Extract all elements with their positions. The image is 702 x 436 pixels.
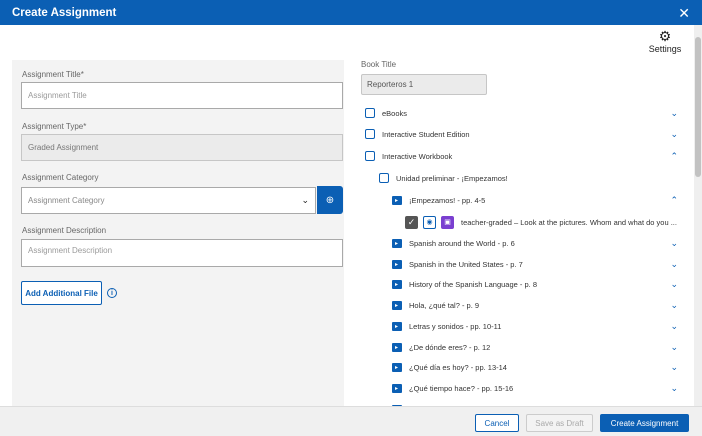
tree-item-label: Spanish in the United States - p. 7 bbox=[409, 259, 523, 269]
tree-item-label: Interactive Student Edition bbox=[382, 129, 470, 139]
close-icon[interactable]: ✕ bbox=[678, 6, 690, 20]
tree-item-label: Hola, ¿qué tal? - p. 9 bbox=[409, 300, 480, 310]
dialog-footer: Cancel Save as Draft Create Assignment bbox=[0, 406, 702, 436]
lesson-icon: ▸ bbox=[391, 279, 402, 289]
chevron-down-icon[interactable]: ⌄ bbox=[670, 106, 678, 120]
chevron-down-icon[interactable]: ⌄ bbox=[670, 127, 678, 141]
assignment-form: Assignment Title* Assignment Title Assig… bbox=[12, 60, 344, 406]
lesson-icon: ▸ bbox=[391, 195, 402, 205]
tree-item-label: Unidad preliminar - ¡Empezamos! bbox=[396, 173, 508, 183]
gear-icon: ⚙ bbox=[658, 28, 672, 44]
tree-item-label: History of the Spanish Language - p. 8 bbox=[409, 279, 537, 289]
tree-item-unit[interactable]: Unidad preliminar - ¡Empezamos! bbox=[378, 171, 508, 185]
book-content-panel: Book Title Reporteros 1 eBooks ⌄ Interac… bbox=[352, 55, 692, 406]
chevron-up-icon[interactable]: ⌃ bbox=[670, 149, 678, 163]
assignment-type-field: Graded Assignment bbox=[21, 134, 343, 161]
cancel-button[interactable]: Cancel bbox=[475, 414, 519, 432]
title-label: Assignment Title* bbox=[22, 70, 84, 79]
lesson-icon: ▸ bbox=[391, 342, 402, 352]
tree-item-lesson[interactable]: ▸ ¿Qué tiempo hace? - pp. 15-16 bbox=[391, 381, 513, 395]
activity-row[interactable]: ✓ ◉ ▣ teacher-graded – Look at the pictu… bbox=[405, 214, 677, 230]
tree-item-label: ¿De dónde eres? - p. 12 bbox=[409, 342, 491, 352]
category-label: Assignment Category bbox=[22, 173, 99, 182]
lesson-icon: ▸ bbox=[391, 383, 402, 393]
tree-item-label: ¿Qué tiempo hace? - pp. 15-16 bbox=[409, 383, 514, 393]
book-icon bbox=[364, 108, 375, 118]
lesson-icon: ▸ bbox=[391, 300, 402, 310]
tree-item-workbook[interactable]: Interactive Workbook bbox=[364, 149, 452, 163]
tree-item-lesson[interactable]: ▸ History of the Spanish Language - p. 8 bbox=[391, 277, 537, 291]
tree-item-lesson[interactable]: ▸ Hola, ¿qué tal? - p. 9 bbox=[391, 298, 479, 312]
category-placeholder: Assignment Category bbox=[28, 196, 105, 205]
add-file-button[interactable]: Add Additional File bbox=[21, 281, 102, 305]
book-title-field: Reporteros 1 bbox=[361, 74, 487, 95]
chevron-down-icon[interactable]: ⌄ bbox=[670, 236, 678, 250]
tree-item-label: ¡Empezamos! - pp. 4-5 bbox=[409, 195, 486, 205]
tree-item-lesson[interactable]: ▸ ¿De dónde eres? - p. 12 bbox=[391, 340, 490, 354]
tree-item-lesson[interactable]: ▸ ¡Empezamos! - pp. 4-5 bbox=[391, 193, 485, 207]
book-icon bbox=[378, 173, 389, 183]
chevron-down-icon[interactable]: ⌄ bbox=[670, 257, 678, 271]
lesson-icon: ▸ bbox=[391, 259, 402, 269]
tree-item-label: ¿Qué día es hoy? - pp. 13-14 bbox=[409, 362, 507, 372]
chevron-up-icon[interactable]: ⌃ bbox=[670, 193, 678, 207]
chevron-down-icon[interactable]: ⌄ bbox=[670, 360, 678, 374]
activity-label: teacher-graded – Look at the pictures. W… bbox=[461, 217, 677, 227]
chevron-down-icon: ⌄ bbox=[301, 195, 309, 205]
tree-item-label: Interactive Workbook bbox=[382, 151, 453, 161]
chevron-down-icon[interactable]: ⌄ bbox=[670, 277, 678, 291]
create-assignment-button[interactable]: Create Assignment bbox=[600, 414, 689, 432]
chevron-down-icon[interactable]: ⌄ bbox=[670, 319, 678, 333]
chevron-down-icon[interactable]: ⌄ bbox=[670, 298, 678, 312]
chevron-down-icon[interactable]: ⌄ bbox=[670, 381, 678, 395]
scrollbar-thumb[interactable] bbox=[695, 37, 701, 177]
tree-item-lesson[interactable]: ▸ ¿Qué día es hoy? - pp. 13-14 bbox=[391, 360, 507, 374]
assignment-description-input[interactable]: Assignment Description bbox=[21, 239, 343, 267]
settings-button[interactable]: ⚙ Settings bbox=[648, 28, 682, 54]
save-draft-button[interactable]: Save as Draft bbox=[526, 414, 593, 432]
dialog-title: Create Assignment bbox=[12, 6, 117, 19]
dialog-header: Create Assignment ✕ bbox=[0, 0, 702, 25]
lesson-icon: ▸ bbox=[391, 238, 402, 248]
tree-item-lesson[interactable]: ▸ Spanish in the United States - p. 7 bbox=[391, 257, 523, 271]
checkbox-checked-icon[interactable]: ✓ bbox=[405, 215, 418, 229]
chevron-down-icon[interactable]: ⌄ bbox=[670, 340, 678, 354]
tree-item-student-edition[interactable]: Interactive Student Edition bbox=[364, 127, 470, 141]
assignment-category-select[interactable]: Assignment Category ⌄ bbox=[21, 187, 316, 214]
book-title-label: Book Title bbox=[361, 60, 397, 69]
scrollbar[interactable] bbox=[694, 25, 702, 406]
tree-item-label: Letras y sonidos - pp. 10-11 bbox=[409, 321, 502, 331]
book-icon bbox=[364, 151, 375, 161]
add-category-button[interactable]: ⊕ bbox=[317, 186, 343, 214]
lesson-icon: ▸ bbox=[391, 362, 402, 372]
lesson-icon: ▸ bbox=[391, 321, 402, 331]
eye-icon[interactable]: ◉ bbox=[423, 215, 436, 229]
tree-item-lesson[interactable]: ▸ Letras y sonidos - pp. 10-11 bbox=[391, 319, 501, 333]
tree-item-label: Spanish around the World - p. 6 bbox=[409, 238, 515, 248]
assignment-title-input[interactable]: Assignment Title bbox=[21, 82, 343, 109]
book-icon bbox=[364, 129, 375, 139]
activity-type-icon: ▣ bbox=[441, 215, 454, 229]
settings-label: Settings bbox=[648, 44, 682, 54]
tree-item-lesson[interactable]: ▸ Spanish around the World - p. 6 bbox=[391, 236, 515, 250]
tree-item-ebooks[interactable]: eBooks bbox=[364, 106, 407, 120]
type-label: Assignment Type* bbox=[22, 122, 87, 131]
plus-circle-icon: ⊕ bbox=[325, 194, 335, 206]
tree-item-label: eBooks bbox=[382, 108, 408, 118]
info-icon[interactable]: i bbox=[107, 288, 117, 298]
description-label: Assignment Description bbox=[22, 226, 107, 235]
